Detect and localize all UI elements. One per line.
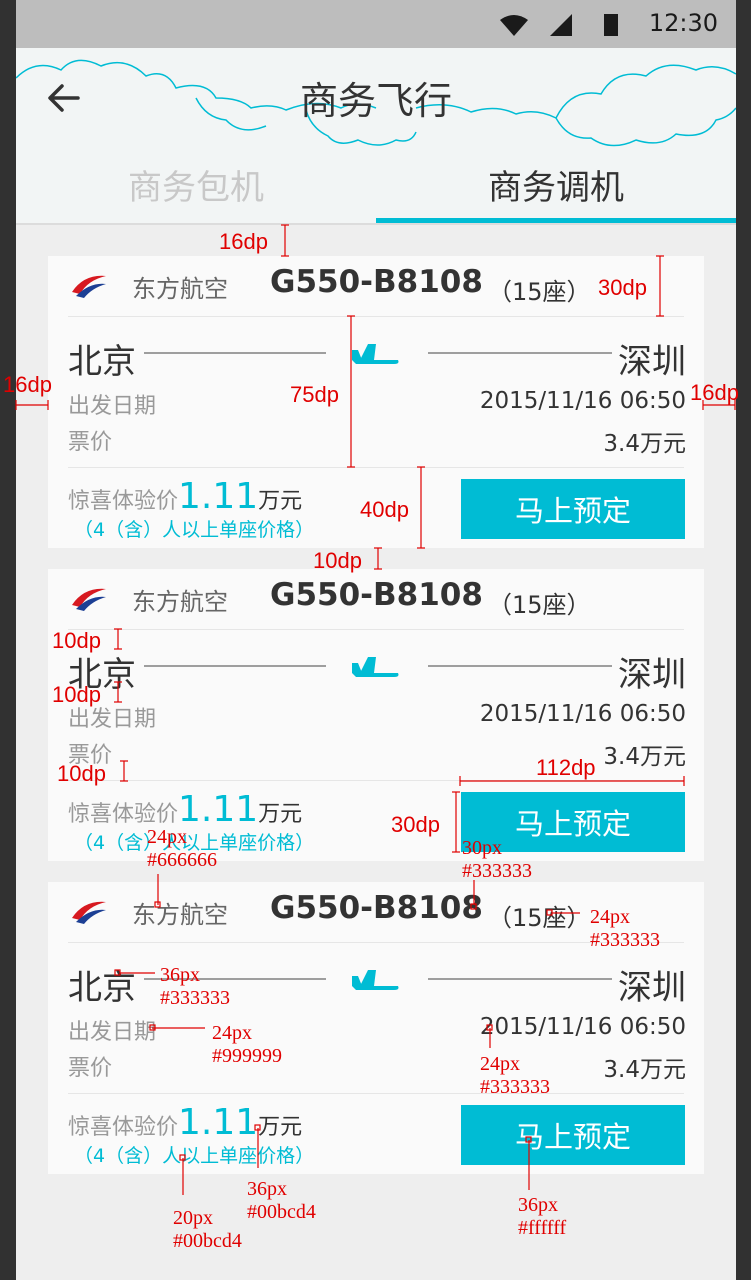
spec-annotation: 30px #333333 (462, 837, 532, 882)
promo-value: 1.11 (178, 1102, 259, 1143)
spec-annotation: 24px #666666 (147, 826, 217, 871)
promo-value: 1.11 (178, 476, 259, 517)
tab-charter[interactable]: 商务包机 (16, 160, 376, 209)
card-divider (68, 1093, 684, 1094)
promo-note: （4（含）人以上单座价格） (74, 1145, 315, 1167)
promo-label: 惊喜体验价 (68, 1115, 179, 1140)
promo-label: 惊喜体验价 (68, 489, 179, 514)
spec-annotation: 10dp (52, 628, 101, 653)
price-value: 3.4万元 (603, 744, 686, 770)
book-now-button[interactable]: 马上预定 (461, 479, 685, 539)
china-eastern-logo-icon (72, 588, 106, 611)
status-time: 12:30 (648, 9, 718, 37)
status-bar: 12:30 (16, 0, 736, 48)
date-value: 2015/11/16 06:50 (479, 388, 686, 414)
wifi-icon (500, 15, 528, 36)
promo-note: （4（含）人以上单座价格） (74, 519, 315, 541)
date-value: 2015/11/16 06:50 (479, 1014, 686, 1040)
page-title: 商务飞行 (299, 79, 452, 123)
spec-annotation: 20px #00bcd4 (173, 1207, 242, 1252)
airplane-icon (352, 344, 399, 364)
spec-annotation: 30dp (598, 275, 647, 300)
arrival-city: 深圳 (618, 655, 686, 695)
departure-city: 北京 (68, 968, 136, 1008)
route-line (428, 978, 612, 980)
promo-value: 1.11 (178, 789, 259, 830)
spec-annotation: 112dp (536, 755, 596, 780)
spec-annotation: 16dp (3, 372, 52, 397)
tab-dispatch[interactable]: 商务调机 (376, 160, 736, 209)
departure-city: 北京 (68, 342, 136, 382)
spec-annotation: 10dp (57, 761, 106, 786)
spec-annotation: 16dp (219, 229, 268, 254)
promo-label: 惊喜体验价 (68, 802, 179, 827)
seat-count: （15座） (488, 278, 591, 306)
spec-annotation: 24px #333333 (590, 906, 660, 951)
book-now-button[interactable]: 马上预定 (461, 1105, 685, 1165)
spec-annotation: 10dp (313, 548, 362, 573)
flight-card[interactable]: 东方航空 G550-B8108 （15座） 北京 深圳 出发日期 2015/11… (48, 569, 704, 861)
card-divider (68, 467, 684, 468)
card-divider (68, 629, 684, 630)
spec-annotation: 30dp (391, 812, 440, 837)
seat-count: （15座） (488, 591, 591, 619)
status-icons (500, 14, 618, 36)
promo-unit: 万元 (258, 1115, 303, 1140)
tab-bar: 商务包机 商务调机 (16, 152, 736, 225)
date-value: 2015/11/16 06:50 (479, 701, 686, 727)
spec-annotation: 36px #00bcd4 (247, 1178, 316, 1223)
date-label: 出发日期 (68, 394, 157, 419)
promo-price: 惊喜体验价1.11万元 (68, 476, 302, 517)
airline-name: 东方航空 (132, 901, 228, 929)
airline-name: 东方航空 (132, 588, 228, 616)
aircraft-number: G550-B8108 (270, 577, 483, 613)
aircraft-number: G550-B8108 (270, 890, 483, 926)
app-bar: 商务飞行 商务包机 商务调机 (16, 48, 736, 225)
spec-annotation: 36px #333333 (160, 964, 230, 1009)
promo-price: 惊喜体验价1.11万元 (68, 789, 302, 830)
promo-unit: 万元 (258, 489, 303, 514)
promo-price: 惊喜体验价1.11万元 (68, 1102, 302, 1143)
arrival-city: 深圳 (618, 342, 686, 382)
date-label: 出发日期 (68, 1020, 157, 1045)
spec-annotation: 16dp (690, 380, 739, 405)
price-label: 票价 (68, 430, 113, 455)
price-label: 票价 (68, 1056, 113, 1081)
spec-annotation: 40dp (360, 497, 409, 522)
price-value: 3.4万元 (603, 431, 686, 457)
promo-unit: 万元 (258, 802, 303, 827)
airline-name: 东方航空 (132, 275, 228, 303)
route-line (144, 352, 326, 354)
app-bar-divider (16, 223, 736, 225)
spec-annotation: 24px #999999 (212, 1022, 282, 1067)
china-eastern-logo-icon (72, 901, 106, 924)
seat-count: （15座） (488, 904, 591, 932)
china-eastern-logo-icon (72, 275, 106, 298)
route-line (428, 665, 612, 667)
spec-annotation: 36px #ffffff (518, 1194, 567, 1239)
airplane-icon (352, 970, 399, 990)
battery-icon (604, 14, 618, 36)
route-line (428, 352, 612, 354)
spec-annotation: 10dp (52, 682, 101, 707)
phone-screen: 12:30 商务飞行 商务包机 商务调机 东方航空 G550-B8108 （15… (16, 0, 736, 1280)
spec-annotation: 24px #333333 (480, 1053, 550, 1098)
price-value: 3.4万元 (603, 1057, 686, 1083)
airplane-icon (352, 657, 399, 677)
aircraft-number: G550-B8108 (270, 264, 483, 300)
route-line (144, 665, 326, 667)
arrival-city: 深圳 (618, 968, 686, 1008)
spec-annotation: 75dp (290, 382, 339, 407)
signal-icon (550, 14, 572, 36)
card-divider (68, 316, 684, 317)
